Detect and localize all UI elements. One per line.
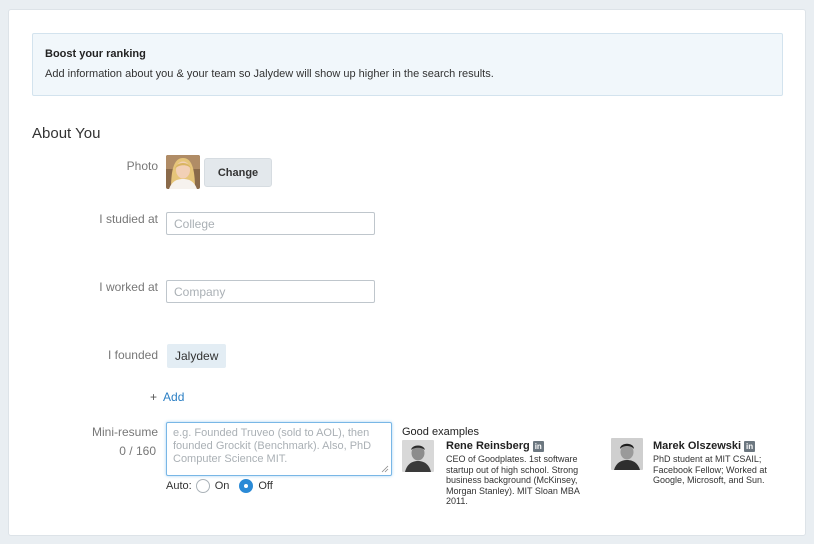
founded-label: I founded — [107, 348, 158, 362]
example-avatar-marek — [611, 438, 643, 470]
avatar — [611, 438, 643, 470]
founded-tag-jalydew[interactable]: Jalydew — [167, 344, 227, 368]
change-photo-button[interactable]: Change — [204, 158, 272, 187]
auto-off-radio[interactable] — [239, 479, 254, 493]
avatar — [402, 440, 434, 472]
boost-text: Add information about you & your team so… — [45, 68, 494, 80]
mini-resume-label: Mini-resume — [91, 425, 158, 439]
add-link-label: Add — [163, 390, 185, 404]
boost-title: Boost your ranking — [45, 48, 146, 60]
studied-label: I studied at — [99, 212, 158, 226]
auto-off-label[interactable]: Off — [258, 480, 272, 492]
example-desc-marek: PhD student at MIT CSAIL; Facebook Fello… — [653, 454, 767, 485]
section-title-about-you: About You — [32, 125, 101, 142]
auto-label: Auto: — [166, 480, 192, 492]
good-examples-title: Good examples — [402, 426, 480, 438]
plus-icon: + — [150, 390, 158, 404]
photo-label: Photo — [126, 159, 158, 173]
example-desc-rene: CEO of Goodplates. 1st software startup … — [446, 454, 580, 506]
company-input[interactable] — [166, 280, 375, 303]
auto-on-radio[interactable] — [195, 479, 210, 493]
mini-resume-counter: 0 / 160 — [119, 444, 156, 458]
profile-card: Boost your ranking Add information about… — [8, 9, 806, 536]
worked-label: I worked at — [99, 280, 158, 294]
example-avatar-rene — [402, 440, 434, 472]
mini-resume-textarea[interactable] — [166, 422, 392, 476]
example-name-rene: Rene Reinsberg in — [446, 440, 544, 452]
profile-photo[interactable] — [166, 155, 200, 189]
auto-toggle-row: Auto: On Off — [166, 478, 279, 494]
college-input[interactable] — [166, 212, 375, 235]
add-founded-link[interactable]: + Add — [150, 390, 184, 404]
linkedin-icon[interactable]: in — [744, 441, 756, 452]
auto-on-label[interactable]: On — [215, 480, 230, 492]
avatar — [166, 155, 200, 189]
resize-grip-icon[interactable] — [381, 465, 389, 473]
boost-ranking-banner: Boost your ranking Add information about… — [32, 33, 783, 96]
linkedin-icon[interactable]: in — [532, 441, 544, 452]
example-name-marek: Marek Olszewski in — [653, 440, 756, 452]
